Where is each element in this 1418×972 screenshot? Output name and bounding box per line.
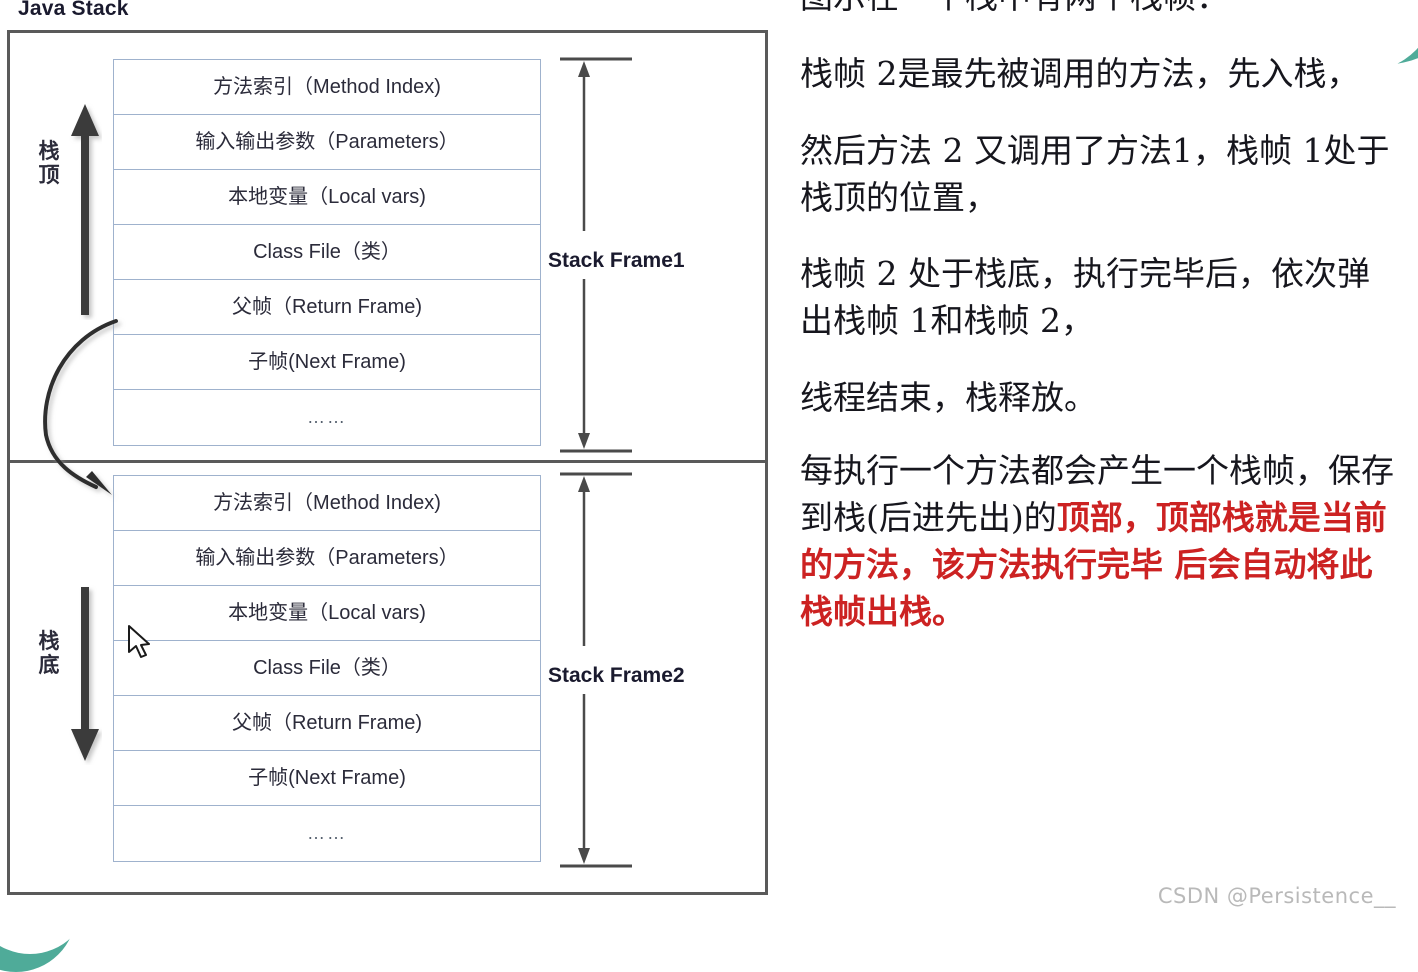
- frame2-row-next-frame: 子帧(Next Frame): [114, 751, 540, 806]
- note-paragraph-4: 栈帧 2 处于栈底，执行完毕后，依次弹出栈帧 1和栈帧 2，: [800, 254, 1370, 341]
- stack-bottom-label: 栈底: [34, 630, 64, 678]
- frame1-row-parameters: 输入输出参数（Parameters）: [114, 115, 540, 170]
- note-paragraph-6: 每执行一个方法都会产生一个栈帧，保存到栈(后进先出)的顶部，顶部栈就是当前的方法…: [800, 448, 1400, 635]
- mouse-cursor-icon: [128, 625, 150, 658]
- stack-bottom-direction-arrow: [71, 587, 99, 761]
- note-paragraph-5: 线程结束，栈释放。: [800, 378, 1097, 418]
- note-paragraph-6-highlight: 顶部，: [1056, 497, 1156, 537]
- java-stack-diagram: Java Stack 栈顶 栈底 方法索引（Method Index) 输入输出…: [0, 0, 790, 918]
- frame1-row-local-vars: 本地变量（Local vars): [114, 170, 540, 225]
- frame2-row-class-file: Class File（类）: [114, 641, 540, 696]
- frame1-row-method-index: 方法索引（Method Index): [114, 60, 540, 115]
- csdn-watermark: CSDN @Persistence__: [1157, 884, 1396, 908]
- stack-frame-1-label: Stack Frame1: [548, 249, 685, 272]
- explanation-notes-panel: 图示在一个栈中有两个栈帧： 栈帧 2是最先被调用的方法，先入栈， 然后方法 2 …: [800, 0, 1400, 665]
- stack-frame-2-table: 方法索引（Method Index) 输入输出参数（Parameters） 本地…: [113, 475, 541, 862]
- stack-top-label: 栈顶: [34, 140, 64, 188]
- frame1-row-class-file: Class File（类）: [114, 225, 540, 280]
- frame-call-curved-arrow: [43, 319, 118, 495]
- frame2-row-ellipsis: ……: [307, 823, 347, 843]
- stack-top-direction-arrow: [71, 104, 99, 315]
- diagram-title: Java Stack: [18, 0, 129, 20]
- frame2-row-local-vars: 本地变量（Local vars): [114, 586, 540, 641]
- frame2-row-return-frame: 父帧（Return Frame): [114, 696, 540, 751]
- stack-top-label-char1: 栈顶: [38, 140, 60, 188]
- note-paragraph-1: 图示在一个栈中有两个栈帧：: [800, 0, 1400, 21]
- note-paragraph-2: 栈帧 2是最先被调用的方法，先入栈，: [800, 53, 1360, 93]
- stack-frame-2-label: Stack Frame2: [548, 664, 685, 687]
- note-paragraph-3: 然后方法 2 又调用了方法1，栈帧 1处于栈顶的位置，: [800, 130, 1390, 217]
- frame2-row-parameters: 输入输出参数（Parameters）: [114, 531, 540, 586]
- stack-bottom-label-char1: 栈底: [38, 630, 60, 678]
